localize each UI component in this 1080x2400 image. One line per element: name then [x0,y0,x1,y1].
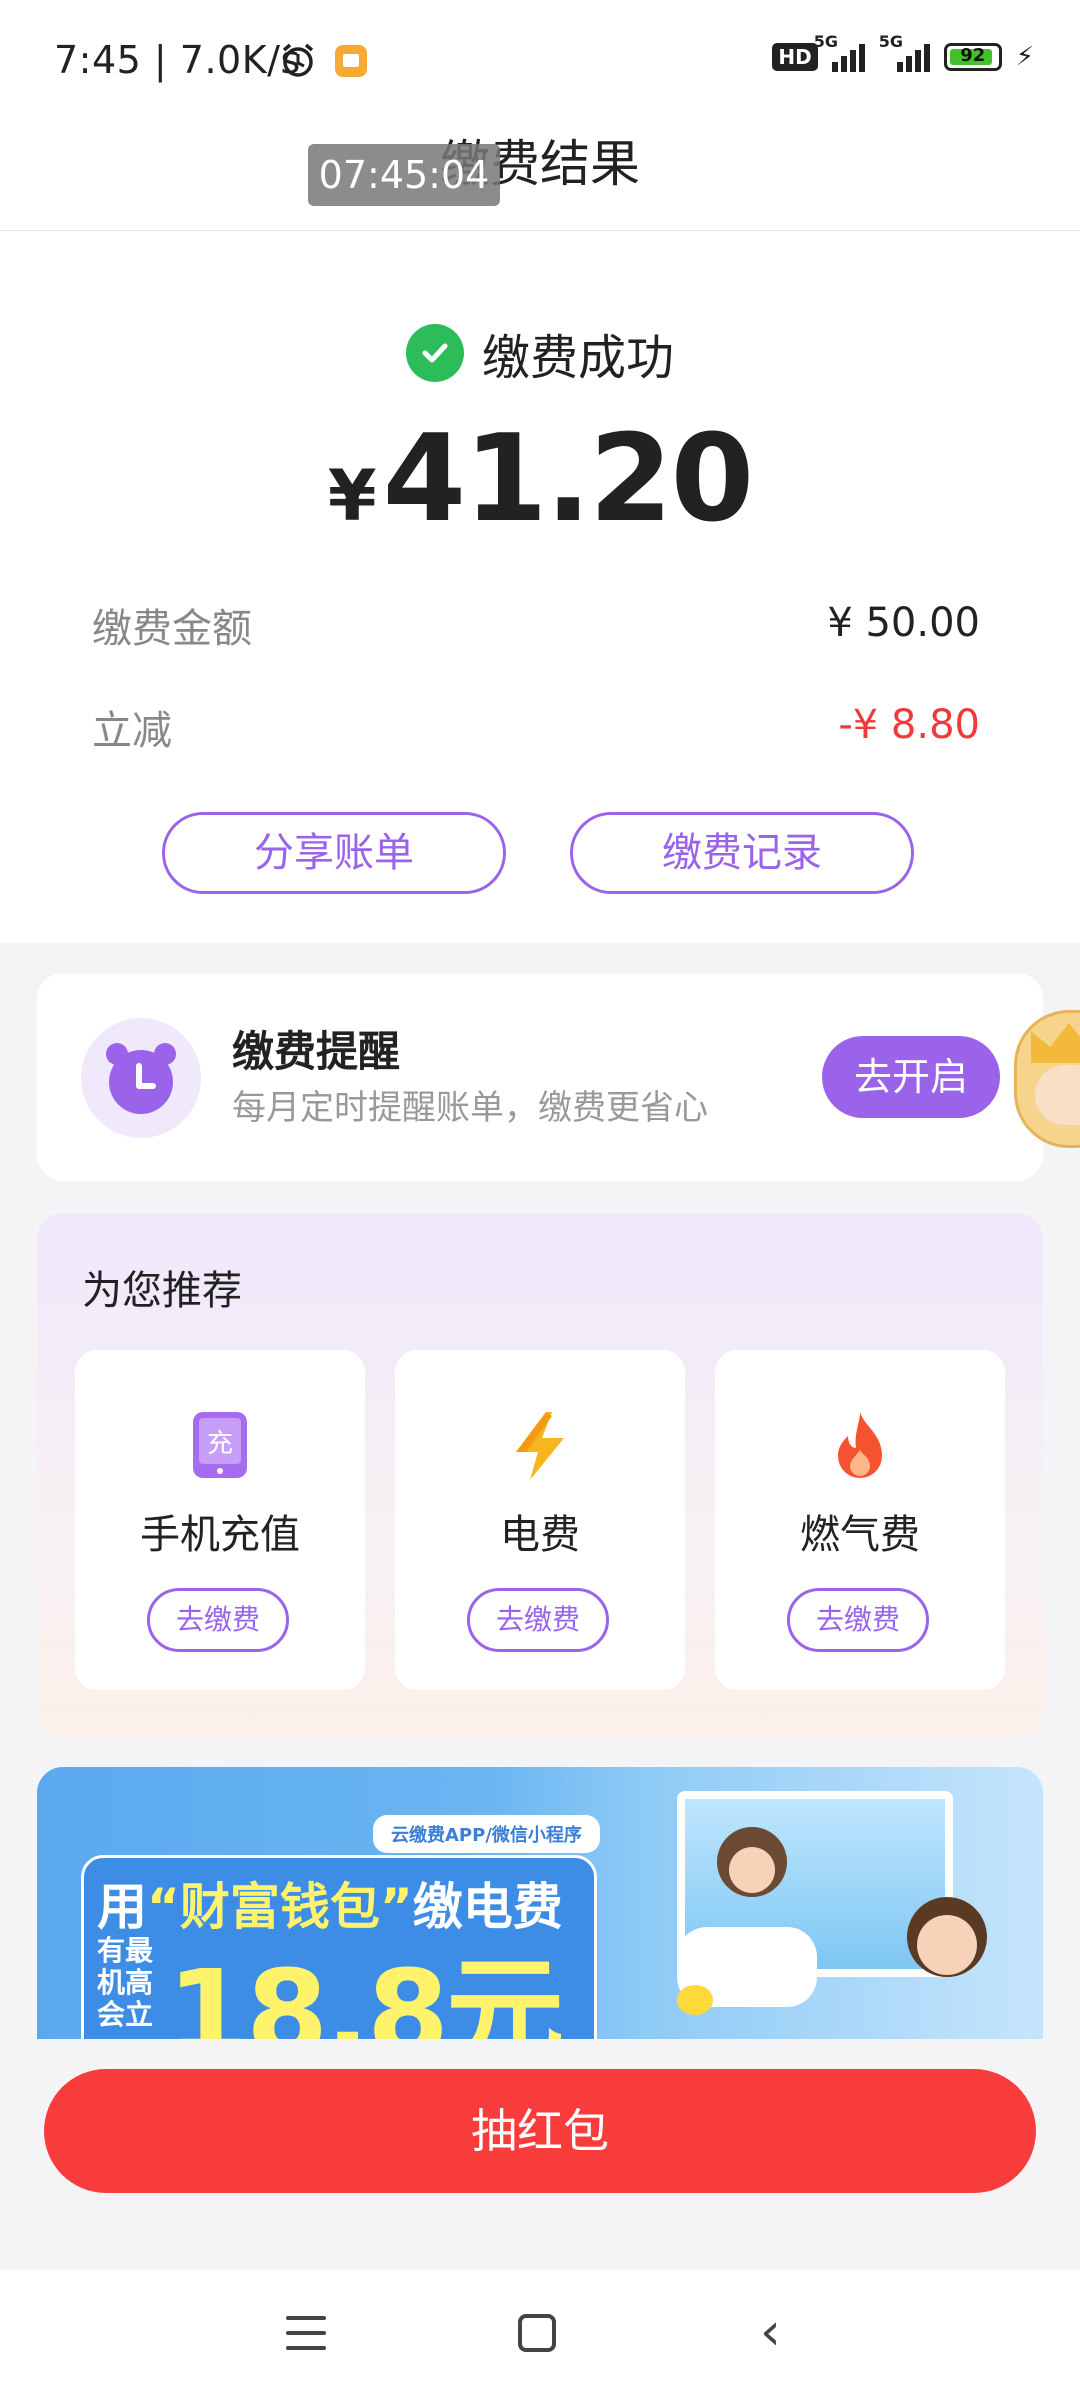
flame-icon [715,1410,1005,1482]
charging-icon: ⚡ [1015,42,1034,72]
svg-text:充: 充 [207,1429,233,1459]
discount-value: -¥ 8.80 [838,702,980,748]
payment-records-button[interactable]: 缴费记录 [570,812,914,894]
draw-red-packet-button[interactable]: 抽红包 [44,2069,1036,2193]
status-icons: HD 5G 5G 92 ⚡ [772,32,1034,72]
alarm-icon [278,40,318,84]
mobile-recharge-icon: 充 [75,1410,365,1480]
recommend-item-mobile-recharge[interactable]: 充 手机充值 去缴费 [75,1350,365,1690]
check-icon [405,324,464,382]
discount-label: 立减 [92,708,172,754]
battery-icon: 92 [943,43,1002,71]
success-status: 缴费成功 [0,318,1080,388]
lightning-icon [395,1410,685,1482]
recommend-item-label: 燃气费 [800,1512,920,1558]
signal-icon: 5G [814,32,865,72]
payment-amount-label: 缴费金额 [92,606,252,652]
success-text: 缴费成功 [481,330,674,386]
recent-apps-icon[interactable] [286,2316,326,2350]
enable-reminder-button[interactable]: 去开启 [822,1036,1000,1118]
timestamp-overlay: 07:45:04 [308,144,500,206]
banner-side-text: 有最机高会立 [97,1934,154,2031]
page-title: 缴费结果 [440,135,640,193]
reminder-title: 缴费提醒 [232,1027,401,1076]
banner-duck-image [677,1985,713,2015]
banner-headline-pre: 用 [97,1878,147,1936]
back-icon[interactable]: ‹ [760,2306,781,2358]
recommend-item-label: 电费 [500,1512,580,1558]
banner-boy-face [917,1915,977,1975]
go-pay-button[interactable]: 去缴费 [147,1588,289,1652]
promo-banner[interactable]: 云缴费APP/微信小程序 用“财富钱包”缴电费 有最机高会立 18.8元 [37,1767,1043,2039]
paid-amount: ¥ 41.20 [0,410,1080,549]
payment-amount-value: ¥ 50.00 [827,600,980,646]
banner-source-tag: 云缴费APP/微信小程序 [373,1815,600,1853]
recommend-item-electricity[interactable]: 电费 去缴费 [395,1350,685,1690]
app-notification-icon [334,44,368,82]
recommend-title: 为您推荐 [82,1268,242,1314]
banner-big-text: 18.8元 [167,1944,564,2039]
home-icon[interactable] [518,2314,556,2352]
status-time-speed: 7:45 | 7.0K/s [54,38,301,82]
share-bill-button[interactable]: 分享账单 [162,812,506,894]
reminder-description: 每月定时提醒账单，缴费更省心 [232,1088,708,1128]
signal-icon: 5G [879,32,930,72]
recommend-item-label: 手机充值 [140,1512,300,1558]
currency-symbol: ¥ [327,455,377,537]
go-pay-button[interactable]: 去缴费 [787,1588,929,1652]
hd-badge: HD [772,43,818,71]
recommend-item-gas[interactable]: 燃气费 去缴费 [715,1350,1005,1690]
banner-girl-face [729,1847,775,1893]
alarm-clock-icon [81,1018,201,1138]
go-pay-button[interactable]: 去缴费 [467,1588,609,1652]
amount-value: 41.20 [382,410,755,549]
